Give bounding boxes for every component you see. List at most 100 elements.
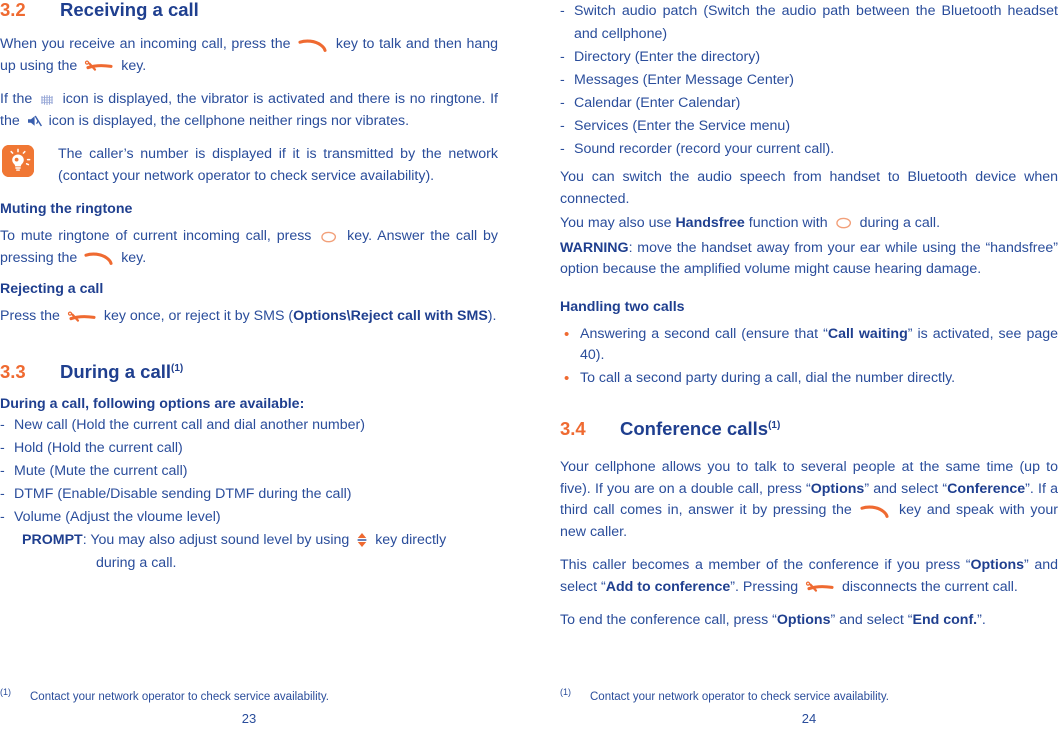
- right-page: - Switch audio patch (Switch the audio pa…: [560, 0, 1058, 730]
- call-waiting-term: Call waiting: [827, 325, 908, 342]
- paragraph-conference-1: Your cellphone allows you to talk to sev…: [560, 457, 1058, 543]
- list-item-label: Switch audio patch (Switch the audio pat…: [574, 3, 1058, 42]
- subheading-muting-ringtone: Muting the ringtone: [0, 201, 133, 218]
- dash-bullet: -: [560, 49, 565, 65]
- end-call-key-icon: [67, 310, 97, 324]
- dot-bullet: •: [564, 369, 570, 387]
- section-number: 3.4: [560, 418, 586, 439]
- send-call-key-icon: [860, 504, 890, 518]
- text-fragment: ” and select “: [830, 612, 913, 629]
- footnote-text: Contact your network operator to check s…: [590, 691, 889, 703]
- options-term: Options: [776, 612, 831, 629]
- text-fragment: disconnects the current call.: [842, 578, 1018, 595]
- paragraph-bluetooth-note: You can switch the audio speech from han…: [560, 169, 1058, 207]
- list-item: • Answering a second call (ensure that “…: [560, 324, 1058, 367]
- paragraph-receiving-call: When you receive an incoming call, press…: [0, 34, 498, 77]
- list-item-label: New call (Hold the current call and dial…: [14, 417, 365, 434]
- vibrate-icon: [39, 93, 56, 107]
- list-item: - Switch audio patch (Switch the audio pa…: [560, 0, 1058, 46]
- list-item-label: Volume (Adjust the vloume level): [14, 509, 221, 526]
- paragraph-reject-call: Press the key once, or reject it by SMS …: [0, 306, 498, 328]
- prompt-note: PROMPT: You may also adjust sound level …: [0, 529, 498, 575]
- up-down-navigation-key-icon: [356, 532, 368, 548]
- dash-bullet: -: [560, 118, 565, 134]
- footnote-right: (1) Contact your network operator to chec…: [560, 685, 1058, 704]
- list-item: - Volume (Adjust the vloume level): [0, 506, 498, 529]
- list-item: - Services (Enter the Service menu): [560, 115, 1058, 138]
- paragraph-handsfree: You may also use Handsfree function with…: [560, 213, 1058, 235]
- section-heading-3-2: 3.2 Receiving a call: [0, 0, 498, 20]
- text-fragment: key once, or reject it by SMS (: [103, 308, 294, 325]
- text-fragment: When you receive an incoming call, press…: [0, 36, 291, 53]
- text-fragment: Answering a second call (ensure that “: [580, 325, 828, 342]
- during-call-intro: During a call, following options are ava…: [0, 396, 305, 413]
- text-fragment: icon is displayed, the cellphone neither…: [48, 112, 410, 129]
- prompt-line-2: during a call.: [96, 555, 177, 572]
- footnote-marker: (1): [0, 687, 11, 698]
- dash-bullet: -: [0, 486, 5, 503]
- list-item-label: Sound recorder (record your current call…: [574, 141, 835, 157]
- prompt-label: PROMPT: [22, 532, 83, 549]
- dash-bullet: -: [560, 3, 565, 19]
- list-item-label: To call a second party during a call, di…: [580, 369, 956, 386]
- dash-bullet: -: [0, 509, 5, 526]
- text-fragment: during a call.: [859, 215, 941, 231]
- list-item-label: Services (Enter the Service menu): [574, 118, 791, 134]
- handsfree-term: Handsfree: [675, 215, 745, 231]
- handling-two-calls-list: • Answering a second call (ensure that “…: [560, 324, 1058, 390]
- dash-bullet: -: [0, 417, 5, 434]
- section-title: During a call: [60, 360, 172, 382]
- end-call-key-icon: [84, 59, 114, 73]
- text-fragment: To end the conference call, press “: [560, 612, 777, 629]
- text-fragment: You may also use: [560, 215, 672, 231]
- options-term: Options: [970, 557, 1025, 574]
- section-number: 3.2: [0, 0, 26, 20]
- footnote-left: (1) Contact your network operator to chec…: [0, 685, 498, 704]
- end-conf-term: End conf.: [912, 612, 978, 629]
- text-fragment: ”. Pressing: [730, 578, 799, 595]
- paragraph-mute-ringtone: To mute ringtone of current incoming cal…: [0, 226, 498, 269]
- silent-ringer-icon: [26, 114, 43, 128]
- text-fragment: To mute ringtone of current incoming cal…: [0, 228, 312, 245]
- tip-callout: The caller’s number is displayed if it i…: [0, 144, 498, 187]
- footnote-text: Contact your network operator to check s…: [30, 691, 329, 703]
- add-to-conference-term: Add to conference: [605, 578, 731, 595]
- paragraph-vibrator-icons: If the icon is displayed, the vibrator i…: [0, 89, 498, 132]
- end-call-key-icon: [805, 580, 835, 594]
- list-item: - New call (Hold the current call and dia…: [0, 414, 498, 437]
- text-fragment: This caller becomes a member of the conf…: [560, 557, 971, 574]
- list-item: - Hold (Hold the current call): [0, 437, 498, 460]
- text-fragment: function with: [748, 215, 828, 231]
- list-item-label: Mute (Mute the current call): [14, 463, 188, 480]
- warning-text: : move the handset away from your ear wh…: [560, 239, 1058, 278]
- conference-term: Conference: [947, 480, 1026, 497]
- list-item-label: DTMF (Enable/Disable sending DTMF during…: [14, 486, 352, 503]
- left-page: 3.2 Receiving a call When you receive an …: [0, 0, 498, 730]
- warning-label: WARNING: [560, 239, 629, 256]
- soft-key-icon: [835, 216, 853, 230]
- list-item: - Messages (Enter Message Center): [560, 69, 1058, 92]
- paragraph-warning: WARNING: move the handset away from your…: [560, 238, 1058, 281]
- text-fragment: If the: [0, 91, 33, 108]
- list-item: - Calendar (Enter Calendar): [560, 92, 1058, 115]
- section-number: 3.3: [0, 360, 26, 382]
- footnote-marker: (1): [560, 687, 571, 698]
- list-item-label: Calendar (Enter Calendar): [574, 95, 741, 111]
- dash-bullet: -: [0, 440, 5, 457]
- list-item-label: Directory (Enter the directory): [574, 49, 761, 65]
- dash-bullet: -: [560, 72, 565, 88]
- during-call-options-list: - New call (Hold the current call and dia…: [0, 414, 498, 529]
- paragraph-conference-2: This caller becomes a member of the conf…: [560, 555, 1058, 598]
- text-fragment: key.: [121, 57, 147, 74]
- dash-bullet: -: [0, 463, 5, 480]
- paragraph-conference-3: To end the conference call, press “Optio…: [560, 610, 1058, 632]
- list-item: • To call a second party during a call, …: [560, 368, 1058, 390]
- text-fragment: Press the: [0, 308, 60, 325]
- dot-bullet: •: [564, 325, 570, 343]
- document-spread: 3.2 Receiving a call When you receive an …: [0, 0, 1058, 730]
- section-heading-3-4: 3.4 Conference calls(1): [560, 418, 1058, 439]
- soft-key-icon: [320, 230, 338, 244]
- text-fragment: key directly: [375, 532, 447, 549]
- dash-bullet: -: [560, 141, 565, 157]
- tip-lightbulb-icon: [2, 145, 34, 178]
